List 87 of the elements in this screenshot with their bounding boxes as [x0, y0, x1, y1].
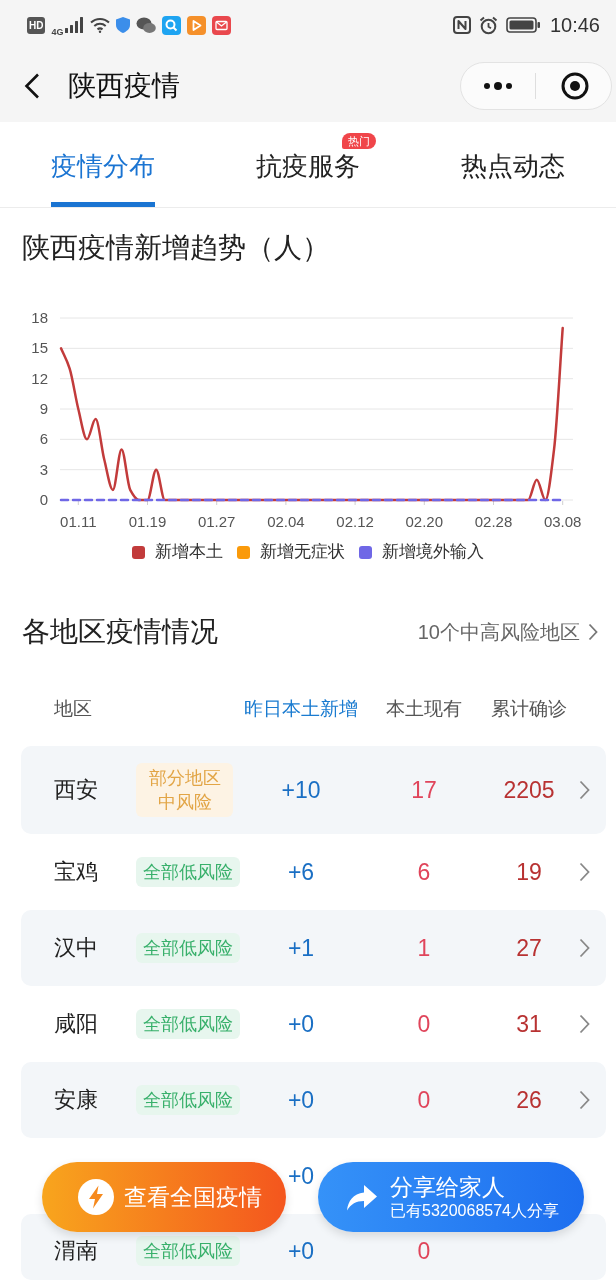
chart-title: 陕西疫情新增趋势（人） — [22, 232, 331, 264]
x-axis-label: 03.08 — [543, 513, 582, 530]
hot-badge: 热门 — [342, 133, 376, 149]
table-row[interactable]: 汉中 全部低风险 +1 1 27 — [21, 910, 606, 986]
search-app-icon — [162, 15, 182, 35]
total-cases-value: 19 — [516, 860, 542, 884]
share-button[interactable]: 分享给家人 已有5320068574人分享 — [318, 1162, 584, 1232]
signal-icon — [65, 17, 85, 33]
column-header[interactable]: 昨日本土新增 — [244, 697, 358, 721]
column-header[interactable]: 累计确诊 — [491, 697, 567, 721]
share-arrow-icon — [346, 1183, 378, 1211]
chevron-icon[interactable] — [579, 780, 590, 800]
back-icon[interactable] — [24, 73, 40, 99]
risk-areas-link[interactable]: 10个中高风险地区 — [417, 620, 598, 644]
region-name: 咸阳 — [54, 1012, 98, 1036]
current-cases-value: 0 — [417, 1088, 431, 1112]
total-cases-value: 31 — [516, 1012, 542, 1036]
table-row[interactable]: 安康 全部低风险 +0 0 26 — [21, 1062, 606, 1138]
tab[interactable]: 疫情分布 — [50, 122, 155, 207]
region-name: 汉中 — [54, 936, 98, 960]
new-cases-value: +0 — [287, 1239, 315, 1263]
x-axis-label: 01.27 — [197, 513, 236, 530]
legend-label: 新增境外输入 — [382, 541, 484, 563]
page-title: 陕西疫情 — [68, 69, 180, 103]
y-axis-label: 18 — [31, 309, 48, 326]
y-axis-label: 9 — [39, 400, 48, 417]
chevron-icon — [588, 623, 598, 641]
x-axis-label: 02.20 — [405, 513, 444, 530]
new-cases-value: +0 — [287, 1012, 315, 1036]
y-axis-label: 12 — [31, 369, 48, 387]
region-name: 西安 — [54, 778, 98, 802]
y-axis-label: 0 — [39, 491, 48, 508]
clock-time: 10:46 — [549, 13, 600, 37]
risk-badge: 全部低风险 — [136, 933, 240, 963]
x-axis-label: 01.11 — [60, 513, 97, 530]
region-name: 渭南 — [54, 1239, 98, 1263]
x-axis-label: 02.12 — [336, 513, 374, 530]
x-axis-label: 02.04 — [267, 513, 305, 530]
chat-bubbles-icon — [136, 16, 157, 34]
risk-badge: 全部低风险 — [136, 857, 240, 887]
lightning-icon — [78, 1179, 114, 1215]
y-axis-label: 15 — [31, 339, 48, 357]
x-axis-label: 02.28 — [474, 513, 513, 530]
total-cases-value: 2205 — [503, 778, 555, 802]
current-cases-value: 17 — [411, 778, 437, 802]
region-name: 宝鸡 — [54, 860, 98, 884]
y-axis-label: 3 — [39, 460, 48, 478]
network-type-label: 4G — [51, 26, 64, 37]
total-cases-value: 26 — [516, 1088, 542, 1112]
risk-badge: 部分地区中风险 — [136, 763, 234, 817]
risk-badge: 全部低风险 — [136, 1085, 240, 1115]
current-cases-value: 1 — [417, 936, 431, 960]
y-axis-label: 6 — [39, 430, 48, 448]
new-cases-value: +10 — [281, 778, 321, 802]
chevron-icon[interactable] — [579, 862, 590, 882]
battery-icon — [505, 17, 540, 33]
current-cases-value: 6 — [417, 860, 431, 884]
risk-badge: 全部低风险 — [136, 1236, 240, 1266]
legend-label: 新增无症状 — [260, 541, 345, 563]
wifi-icon — [90, 17, 111, 33]
risk-badge: 全部低风险 — [136, 1009, 240, 1039]
section-title: 各地区疫情情况 — [22, 615, 218, 649]
envelope-app-icon — [212, 15, 232, 35]
chevron-icon[interactable] — [579, 1014, 590, 1034]
chevron-icon[interactable] — [579, 1090, 590, 1110]
current-cases-value: 0 — [417, 1239, 431, 1263]
target-icon[interactable] — [561, 72, 589, 100]
current-cases-value: 0 — [417, 1012, 431, 1036]
shield-icon — [116, 17, 131, 33]
new-cases-value: +0 — [287, 1164, 315, 1188]
tab[interactable]: 热点动态 — [461, 122, 566, 207]
column-header[interactable]: 地区 — [54, 697, 92, 721]
column-header[interactable]: 本土现有 — [386, 697, 462, 721]
hd-badge: HD — [27, 16, 46, 34]
new-cases-value: +6 — [287, 860, 315, 884]
legend-label: 新增本土 — [155, 541, 223, 563]
more-icon[interactable] — [483, 81, 513, 91]
table-row[interactable]: 西安 部分地区中风险 +10 17 2205 — [21, 746, 606, 834]
region-name: 安康 — [54, 1088, 98, 1112]
play-app-icon — [187, 15, 207, 35]
x-axis-label: 01.19 — [128, 513, 167, 530]
total-cases-value: 27 — [516, 936, 542, 960]
chevron-icon[interactable] — [579, 938, 590, 958]
new-cases-value: +0 — [287, 1088, 315, 1112]
new-cases-value: +1 — [287, 936, 315, 960]
nfc-icon — [452, 16, 471, 34]
alarm-clock-icon — [478, 15, 498, 35]
